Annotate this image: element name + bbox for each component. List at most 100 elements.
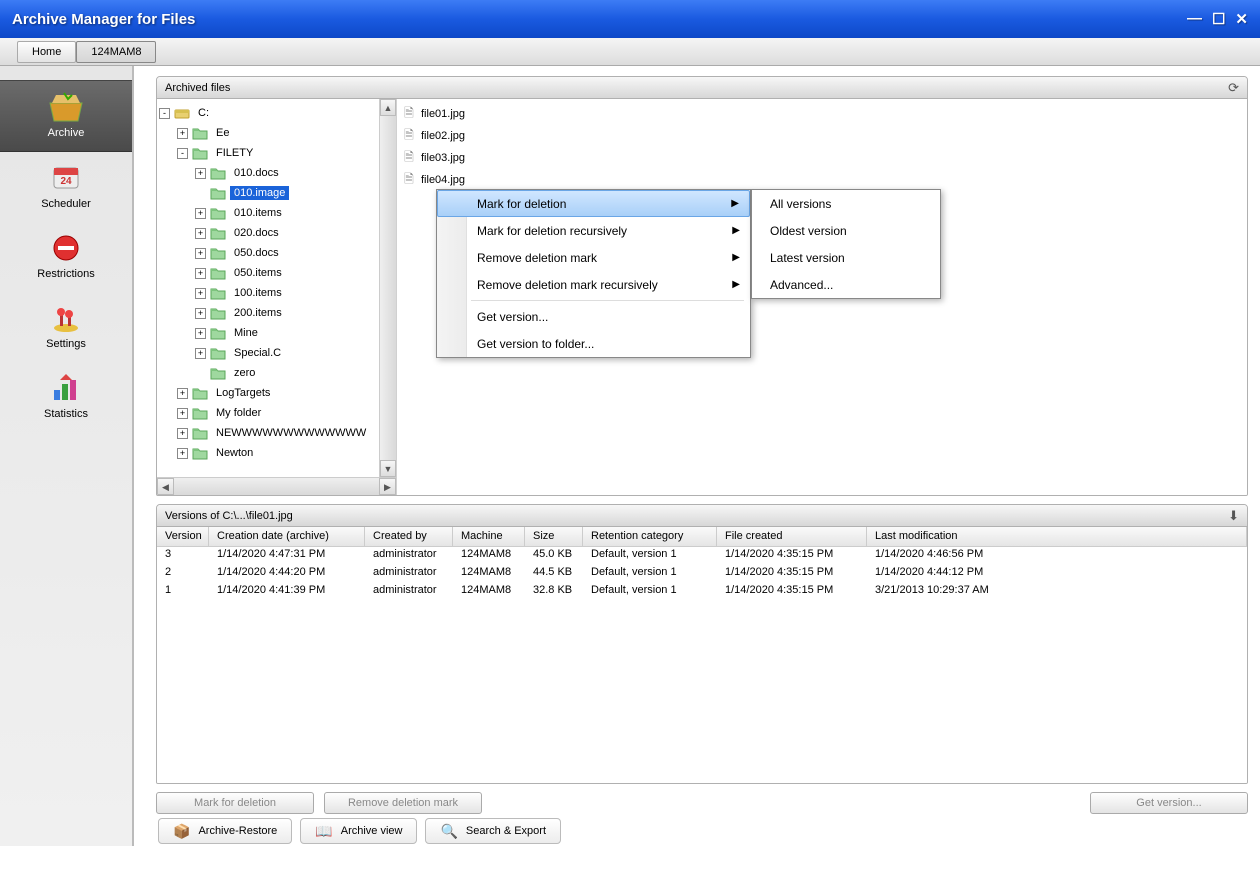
table-row[interactable]: 21/14/2020 4:44:20 PMadministrator124MAM… bbox=[157, 565, 1247, 583]
app-title: Archive Manager for Files bbox=[12, 11, 195, 28]
tree-item-label: LogTargets bbox=[212, 386, 274, 400]
tree-item[interactable]: +Mine bbox=[159, 323, 396, 343]
expander-icon[interactable]: + bbox=[195, 348, 206, 359]
svg-text:24: 24 bbox=[60, 176, 72, 187]
tree-item[interactable]: +My folder bbox=[159, 403, 396, 423]
close-button[interactable]: ✕ bbox=[1235, 10, 1248, 28]
folder-icon bbox=[210, 266, 226, 280]
tree-item-label: Ee bbox=[212, 126, 233, 140]
tree-item[interactable]: +Newton bbox=[159, 443, 396, 463]
column-header[interactable]: Creation date (archive) bbox=[209, 527, 365, 546]
context-submenu-item[interactable]: All versions bbox=[752, 190, 940, 217]
tree-item[interactable]: +010.items bbox=[159, 203, 396, 223]
tree-item-label: Special.C bbox=[230, 346, 285, 360]
column-header[interactable]: Version bbox=[157, 527, 209, 546]
file-label: file01.jpg bbox=[421, 108, 465, 120]
context-menu-item[interactable]: Get version... bbox=[437, 303, 750, 330]
sidebar-item-statistics[interactable]: Statistics bbox=[0, 362, 132, 432]
tree-item[interactable]: +NEWWWWWWWWWWWWW bbox=[159, 423, 396, 443]
sidebar-item-scheduler[interactable]: 24 Scheduler bbox=[0, 152, 132, 222]
expander-icon[interactable]: + bbox=[195, 208, 206, 219]
folder-tree[interactable]: - C: + Ee - FILETY +010.docs010.image+010.it… bbox=[157, 99, 396, 463]
versions-table-body[interactable]: 31/14/2020 4:47:31 PMadministrator124MAM… bbox=[157, 547, 1247, 783]
tree-item[interactable]: +050.items bbox=[159, 263, 396, 283]
tree-item[interactable]: 010.image bbox=[159, 183, 396, 203]
tree-item[interactable]: + Ee bbox=[159, 123, 396, 143]
scroll-right-icon[interactable]: ▶ bbox=[379, 478, 396, 495]
tab-archive-view[interactable]: 📖 Archive view bbox=[300, 818, 417, 844]
tree-item[interactable]: +050.docs bbox=[159, 243, 396, 263]
minimize-button[interactable]: — bbox=[1187, 10, 1202, 28]
file-label: file02.jpg bbox=[421, 130, 465, 142]
context-menu-item[interactable]: Mark for deletion▶ bbox=[437, 190, 750, 217]
expander-icon[interactable]: + bbox=[177, 428, 188, 439]
expander-icon[interactable]: + bbox=[195, 268, 206, 279]
folder-icon bbox=[210, 206, 226, 220]
column-header[interactable]: Last modification bbox=[867, 527, 1247, 546]
sidebar-item-archive[interactable]: Archive bbox=[0, 80, 132, 152]
expander-icon[interactable]: + bbox=[195, 328, 206, 339]
tree-vertical-scrollbar[interactable]: ▲ ▼ bbox=[379, 99, 396, 477]
active-machine-tab[interactable]: 124MAM8 bbox=[76, 41, 156, 63]
expander-icon[interactable]: - bbox=[159, 108, 170, 119]
file-item[interactable]: 🗎file01.jpg bbox=[401, 103, 1243, 125]
tree-horizontal-scrollbar[interactable]: ◀ ▶ bbox=[157, 477, 396, 495]
refresh-icon[interactable]: ⟳ bbox=[1228, 80, 1239, 96]
scroll-down-icon[interactable]: ▼ bbox=[380, 460, 396, 477]
sidebar-item-restrictions[interactable]: Restrictions bbox=[0, 222, 132, 292]
tab-search-export[interactable]: 🔍 Search & Export bbox=[425, 818, 561, 844]
tree-root[interactable]: - C: bbox=[159, 103, 396, 123]
remove-deletion-mark-button[interactable]: Remove deletion mark bbox=[324, 792, 482, 814]
expander-icon[interactable]: + bbox=[195, 228, 206, 239]
scroll-up-icon[interactable]: ▲ bbox=[380, 99, 396, 116]
column-header[interactable]: File created bbox=[717, 527, 867, 546]
file-item[interactable]: 🗎file03.jpg bbox=[401, 147, 1243, 169]
tree-item[interactable]: + Special.C bbox=[159, 343, 396, 363]
expander-icon[interactable]: + bbox=[177, 408, 188, 419]
context-submenu-item[interactable]: Latest version bbox=[752, 244, 940, 271]
table-row[interactable]: 11/14/2020 4:41:39 PMadministrator124MAM… bbox=[157, 583, 1247, 601]
tree-item[interactable]: zero bbox=[159, 363, 396, 383]
expander-icon[interactable]: + bbox=[195, 168, 206, 179]
context-menu-item[interactable]: Remove deletion mark▶ bbox=[437, 244, 750, 271]
tree-item[interactable]: +100.items bbox=[159, 283, 396, 303]
tree-item[interactable]: - FILETY bbox=[159, 143, 396, 163]
file-item[interactable]: 🗎file02.jpg bbox=[401, 125, 1243, 147]
get-version-button[interactable]: Get version... bbox=[1090, 792, 1248, 814]
dropdown-indicator-icon[interactable]: ⬇ bbox=[1228, 508, 1239, 524]
folder-icon bbox=[210, 306, 226, 320]
drive-icon bbox=[174, 106, 190, 120]
context-menu-item[interactable]: Mark for deletion recursively▶ bbox=[437, 217, 750, 244]
column-header[interactable]: Retention category bbox=[583, 527, 717, 546]
file-item[interactable]: 🗎file04.jpg bbox=[401, 169, 1243, 191]
sidebar-item-settings[interactable]: Settings bbox=[0, 292, 132, 362]
table-row[interactable]: 31/14/2020 4:47:31 PMadministrator124MAM… bbox=[157, 547, 1247, 565]
expander-icon[interactable]: + bbox=[195, 248, 206, 259]
context-menu-item[interactable]: Remove deletion mark recursively▶ bbox=[437, 271, 750, 298]
maximize-button[interactable]: ☐ bbox=[1212, 10, 1225, 28]
context-submenu-item[interactable]: Advanced... bbox=[752, 271, 940, 298]
column-header[interactable]: Created by bbox=[365, 527, 453, 546]
mark-for-deletion-button[interactable]: Mark for deletion bbox=[156, 792, 314, 814]
expander-icon[interactable]: + bbox=[177, 448, 188, 459]
expander-icon[interactable]: + bbox=[195, 308, 206, 319]
tree-item[interactable]: +200.items bbox=[159, 303, 396, 323]
context-submenu-item[interactable]: Oldest version bbox=[752, 217, 940, 244]
home-button[interactable]: Home bbox=[17, 41, 76, 63]
tree-item[interactable]: + LogTargets bbox=[159, 383, 396, 403]
expander-icon[interactable]: + bbox=[177, 388, 188, 399]
tree-item[interactable]: +020.docs bbox=[159, 223, 396, 243]
tree-item[interactable]: +010.docs bbox=[159, 163, 396, 183]
column-header[interactable]: Size bbox=[525, 527, 583, 546]
scroll-left-icon[interactable]: ◀ bbox=[157, 478, 174, 495]
sidebar-item-label: Scheduler bbox=[41, 198, 91, 210]
expander-icon[interactable]: + bbox=[195, 288, 206, 299]
expander-icon[interactable]: - bbox=[177, 148, 188, 159]
tab-archive-restore[interactable]: 📦 Archive-Restore bbox=[158, 818, 292, 844]
expander-icon[interactable]: + bbox=[177, 128, 188, 139]
context-menu-item[interactable]: Get version to folder... bbox=[437, 330, 750, 357]
column-header[interactable]: Machine bbox=[453, 527, 525, 546]
context-submenu[interactable]: All versionsOldest versionLatest version… bbox=[751, 189, 941, 299]
context-menu[interactable]: Mark for deletion▶Mark for deletion recu… bbox=[436, 189, 751, 358]
tree-item-label: FILETY bbox=[212, 146, 257, 160]
